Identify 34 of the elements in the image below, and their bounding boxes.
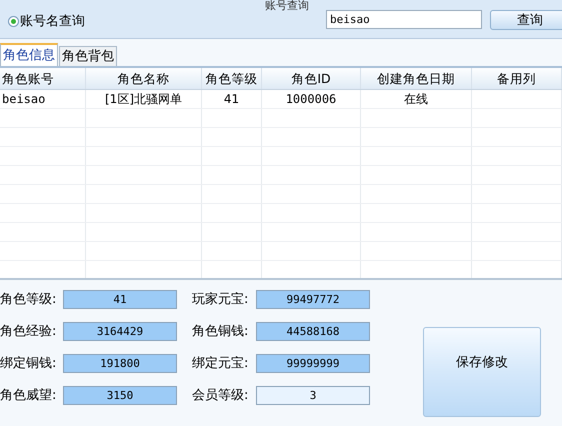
column-header[interactable]: 角色等级 xyxy=(202,68,262,89)
field-label: 绑定铜钱: xyxy=(0,355,58,373)
query-button[interactable]: 查询 xyxy=(490,10,562,30)
save-button[interactable]: 保存修改 xyxy=(423,327,541,417)
tab[interactable]: 角色背包 xyxy=(59,46,117,66)
column-header[interactable]: 备用列 xyxy=(472,68,562,89)
value-field[interactable]: 99497772 xyxy=(256,290,370,309)
field-label: 角色威望: xyxy=(0,387,58,405)
group-title: 账号查询 xyxy=(263,0,311,12)
value-field[interactable]: 99999999 xyxy=(256,354,370,373)
value-field[interactable]: 3164429 xyxy=(63,322,177,341)
column-header[interactable]: 角色ID xyxy=(262,68,361,89)
value-field[interactable]: 191800 xyxy=(63,354,177,373)
field-label: 玩家元宝: xyxy=(192,291,250,309)
table-cell: 在线 xyxy=(361,90,472,108)
field-label: 会员等级: xyxy=(192,387,250,405)
tab[interactable]: 角色信息 xyxy=(0,43,58,66)
account-input[interactable]: beisao xyxy=(326,10,482,29)
table-cell: beisao xyxy=(0,90,86,108)
column-header[interactable]: 创建角色日期 xyxy=(361,68,472,89)
table-cell: 41 xyxy=(202,90,262,108)
table-cell: 1000006 xyxy=(262,90,361,108)
value-field[interactable]: 3 xyxy=(256,386,370,405)
field-label: 角色经验: xyxy=(0,323,58,341)
value-field[interactable]: 44588168 xyxy=(256,322,370,341)
field-label: 角色等级: xyxy=(0,291,58,309)
table-cell: [1区]北骚网单 xyxy=(86,90,202,108)
field-label: 角色铜钱: xyxy=(192,323,250,341)
value-field[interactable]: 3150 xyxy=(63,386,177,405)
column-header[interactable]: 角色名称 xyxy=(86,68,202,89)
column-header[interactable]: 角色账号 xyxy=(0,68,86,89)
value-field[interactable]: 41 xyxy=(63,290,177,309)
account-name-radio[interactable]: 账号名查询 xyxy=(8,12,85,30)
field-label: 绑定元宝: xyxy=(192,355,250,373)
